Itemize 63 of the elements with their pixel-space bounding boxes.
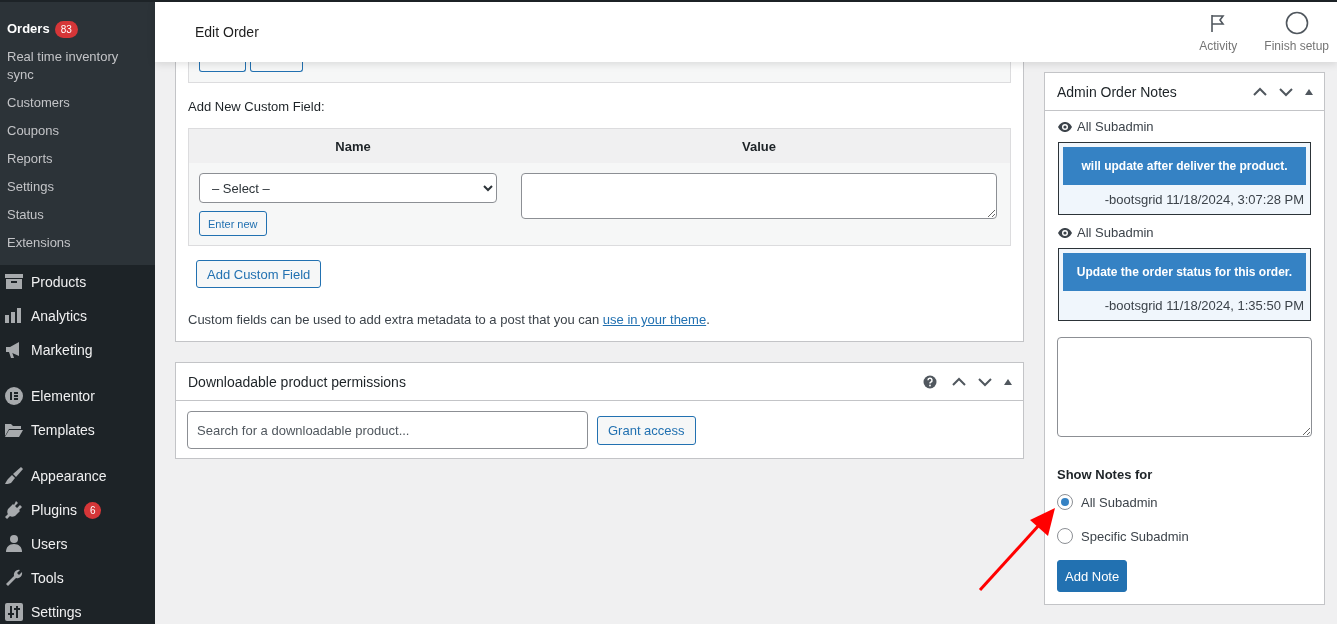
note-text: will update after deliver the product. (1063, 147, 1306, 185)
triangle-up-icon[interactable] (1304, 87, 1314, 96)
radio-button[interactable] (1057, 528, 1073, 544)
search-field[interactable]: Search for a downloadable product... (187, 411, 588, 449)
header-action-button[interactable]: Finish setup (1260, 11, 1333, 53)
select-field[interactable]: – Select – (199, 173, 497, 203)
add-custom-field-button[interactable]: Add Custom Field (196, 260, 322, 288)
sidebar-item[interactable]: Settings (31, 602, 82, 622)
panel-title: Admin Order Notes (1057, 83, 1177, 100)
visibility-label: All Subadmin (1077, 119, 1154, 134)
enter-new-button[interactable]: Enter new (199, 211, 267, 236)
note-meta: -bootsgrid 11/18/2024, 3:07:28 PM (1103, 191, 1305, 209)
sidebar-item[interactable]: Status (7, 206, 44, 224)
count-badge: 83 (54, 20, 78, 38)
page-title: Edit Order (195, 24, 259, 40)
sidebar-item[interactable]: Settings (7, 178, 54, 196)
sidebar-item[interactable]: Tools (31, 568, 64, 588)
visibility-label: All Subadmin (1077, 225, 1154, 240)
sidebar-item[interactable]: Templates (31, 420, 95, 440)
field-label: Show Notes for (1057, 467, 1154, 482)
column-header: Value (741, 138, 777, 154)
wrench-icon (4, 568, 24, 588)
note-meta: -bootsgrid 11/18/2024, 1:35:50 PM (1103, 297, 1305, 315)
circle-icon (1284, 11, 1309, 35)
sidebar-item[interactable]: Appearance (31, 466, 107, 486)
sidebar-item[interactable]: Analytics (31, 306, 88, 326)
note-text: Update the order status for this order. (1063, 253, 1306, 291)
paintbrush-icon (4, 466, 24, 486)
eye-icon (1058, 227, 1072, 238)
sidebar-item[interactable]: Products (31, 272, 87, 292)
count-badge: 6 (83, 501, 102, 519)
box-icon (4, 272, 24, 292)
plug-icon (4, 500, 24, 520)
add-note-button[interactable]: Add Note (1057, 560, 1128, 592)
sidebar-item[interactable]: Plugins (31, 500, 77, 520)
sidebar-item[interactable]: Orders (7, 20, 50, 38)
sidebar-item[interactable]: Users (31, 534, 68, 554)
sidebar-item[interactable]: Coupons (7, 122, 60, 140)
sidebar-item[interactable]: Extensions (7, 234, 71, 252)
button[interactable] (199, 61, 246, 72)
help-icon[interactable] (923, 374, 937, 389)
eye-icon (1058, 121, 1072, 132)
sidebar-item[interactable]: Customers (7, 94, 70, 112)
radio-button[interactable] (1057, 494, 1073, 510)
help-text: Custom fields can be used to add extra metadata to a post that you can use in your theme. (188, 312, 711, 327)
bar-chart-icon (4, 306, 24, 326)
section-heading: Add New Custom Field: (188, 99, 326, 114)
sidebar-item[interactable]: Marketing (31, 340, 93, 360)
sidebar-item[interactable]: Reports (7, 150, 53, 168)
panel-title: Downloadable product permissions (188, 373, 406, 390)
user-icon (4, 534, 24, 554)
header-action-button[interactable]: Activity (1195, 11, 1242, 53)
grant-access-button[interactable]: Grant access (597, 415, 696, 445)
radio-label: Specific Subadmin (1081, 528, 1189, 544)
triangle-up-icon[interactable] (1003, 377, 1013, 386)
button[interactable] (250, 61, 303, 72)
circle-logo-icon (4, 386, 24, 406)
sidebar-item[interactable]: Elementor (31, 386, 95, 406)
column-header: Name (334, 138, 372, 154)
sidebar-item[interactable]: Real time inventory sync (7, 48, 148, 84)
value-field[interactable] (521, 173, 997, 219)
radio-label: All Subadmin (1081, 494, 1158, 510)
note-field[interactable] (1057, 337, 1312, 437)
